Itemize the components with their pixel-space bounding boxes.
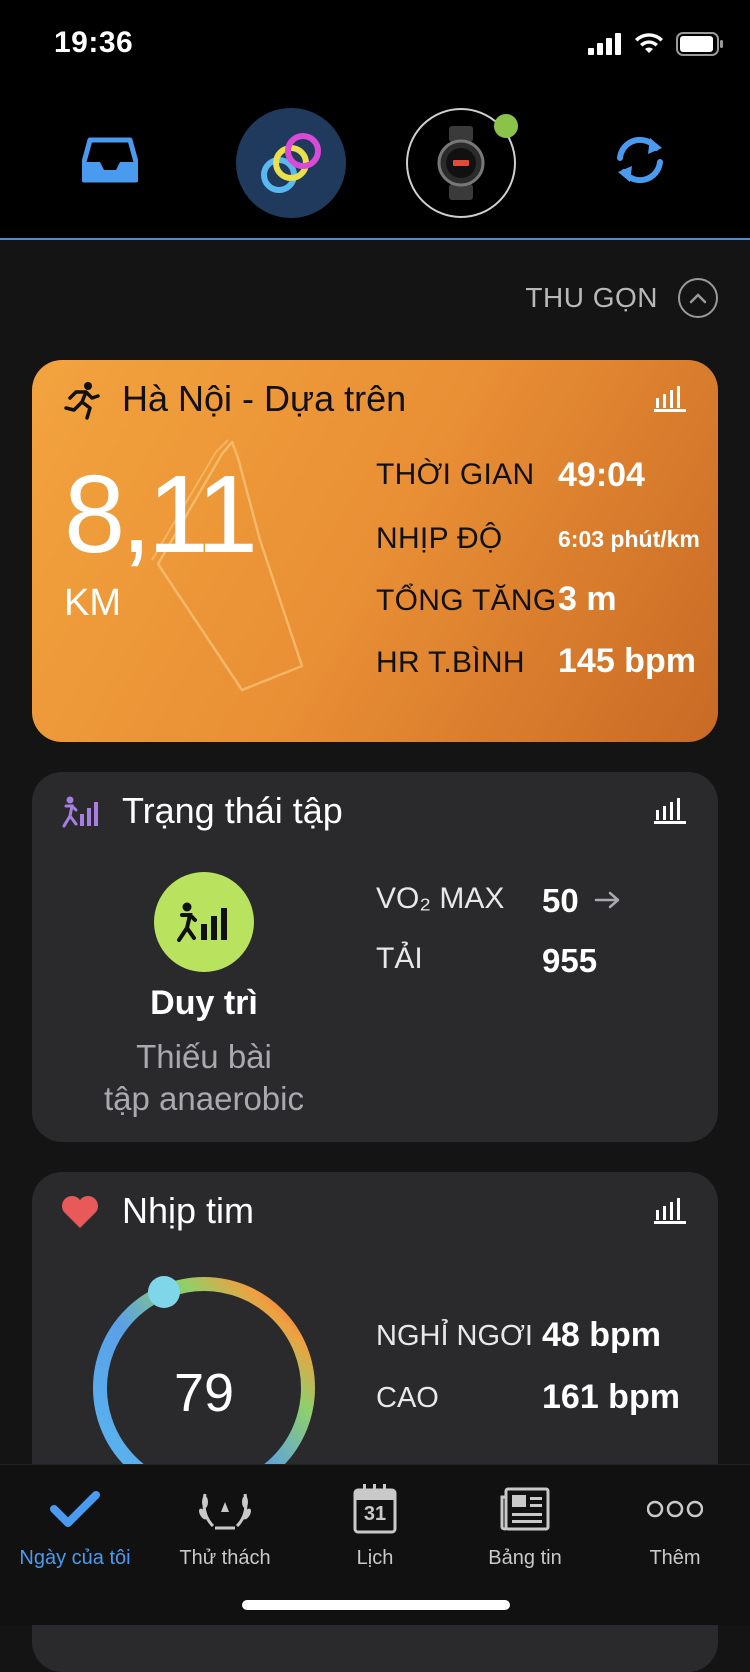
- tab-challenges-label: Thử thách: [179, 1547, 271, 1569]
- device-connected-dot: [494, 114, 518, 138]
- device-button[interactable]: [406, 108, 518, 218]
- status-icons: [588, 32, 724, 56]
- resting-hr-value: 48 bpm: [542, 1316, 662, 1354]
- newsfeed-icon: [500, 1487, 550, 1531]
- collapse-row[interactable]: THU GỌN: [525, 278, 718, 318]
- heart-rate-title: Nhịp tim: [122, 1190, 255, 1231]
- training-status-icon: [62, 796, 98, 828]
- load-label: TẢI: [376, 942, 423, 975]
- distance-value: 8,11: [64, 453, 258, 576]
- stat-label-pace: NHỊP ĐỘ: [376, 522, 503, 555]
- status-bar: 19:36: [0, 0, 750, 90]
- inbox-button[interactable]: [70, 120, 150, 200]
- calendar-day-number: 31: [363, 1503, 387, 1525]
- checkmark-icon: [50, 1491, 100, 1527]
- load-value: 955: [542, 942, 598, 979]
- tab-calendar-label: Lịch: [356, 1547, 394, 1569]
- training-status-card[interactable]: Trạng thái tập Duy trì Thiếu bài tập ana…: [32, 772, 718, 1142]
- bar-chart-icon[interactable]: [654, 386, 686, 412]
- activity-card[interactable]: Hà Nội - Dựa trên 8,11 KM THỜI GIAN 49:0…: [32, 360, 718, 742]
- garmin-connect-rings-icon: [261, 133, 321, 193]
- home-indicator[interactable]: [242, 1600, 510, 1610]
- stat-value-avg-hr: 145 bpm: [558, 642, 696, 680]
- distance-unit: KM: [64, 582, 121, 624]
- tab-my-day-label: Ngày của tôi: [19, 1547, 131, 1569]
- training-status-badge-icon: [177, 902, 227, 942]
- stat-label-elevation: TỔNG TĂNG: [376, 584, 557, 617]
- run-icon: [64, 382, 100, 420]
- connect-button[interactable]: [236, 108, 346, 218]
- current-hr-marker: [148, 1276, 180, 1308]
- high-hr-value: 161 bpm: [542, 1378, 680, 1416]
- high-hr-label: CAO: [376, 1382, 439, 1414]
- stat-label-avg-hr: HR T.BÌNH: [376, 646, 525, 679]
- training-status-text: Duy trì: [150, 984, 258, 1022]
- stat-value-pace: 6:03 phút/km: [558, 526, 700, 552]
- wifi-icon: [635, 33, 663, 53]
- training-title: Trạng thái tập: [122, 790, 343, 831]
- tab-more-label: Thêm: [649, 1547, 701, 1569]
- training-status-description: Thiếu bài tập anaerobic: [32, 1036, 376, 1120]
- chevron-up-icon: [689, 293, 707, 304]
- cellular-signal-icon: [588, 33, 621, 55]
- stat-label-time: THỜI GIAN: [376, 458, 535, 491]
- vo2max-value: 50: [542, 882, 579, 919]
- tab-my-day[interactable]: Ngày của tôi: [0, 1479, 150, 1570]
- arrow-right-icon: [594, 891, 620, 909]
- tab-calendar[interactable]: 31 Lịch: [300, 1479, 450, 1570]
- sync-button[interactable]: [600, 120, 680, 200]
- activity-title: Hà Nội - Dựa trên: [122, 378, 407, 419]
- training-description-line1: Thiếu bài: [136, 1038, 272, 1075]
- tab-more[interactable]: Thêm: [600, 1479, 750, 1570]
- training-description-line2: tập anaerobic: [104, 1080, 304, 1117]
- tab-challenges[interactable]: Thử thách: [150, 1479, 300, 1570]
- inbox-tray-icon: [82, 137, 138, 183]
- collapse-button[interactable]: [678, 278, 718, 318]
- status-time: 19:36: [54, 26, 134, 59]
- heart-icon: [62, 1196, 98, 1228]
- stat-value-elevation: 3 m: [558, 580, 617, 618]
- training-status-badge: [154, 872, 254, 972]
- bar-chart-icon[interactable]: [654, 1198, 686, 1224]
- laurel-wreath-icon: [199, 1493, 251, 1530]
- resting-hr-label: NGHỈ NGƠI: [376, 1320, 533, 1352]
- more-dots-icon: [647, 1500, 703, 1518]
- watch-device-icon: [437, 126, 485, 200]
- current-heart-rate: 79: [173, 1363, 235, 1423]
- sync-icon: [617, 136, 663, 184]
- stat-value-time: 49:04: [558, 456, 645, 494]
- tab-newsfeed[interactable]: Bảng tin: [450, 1479, 600, 1570]
- battery-icon: [676, 32, 723, 56]
- vo2max-label: VO₂ MAX: [376, 882, 505, 915]
- collapse-label: THU GỌN: [525, 282, 658, 313]
- top-nav: [0, 90, 750, 240]
- tab-newsfeed-label: Bảng tin: [488, 1547, 562, 1569]
- bar-chart-icon[interactable]: [654, 798, 686, 824]
